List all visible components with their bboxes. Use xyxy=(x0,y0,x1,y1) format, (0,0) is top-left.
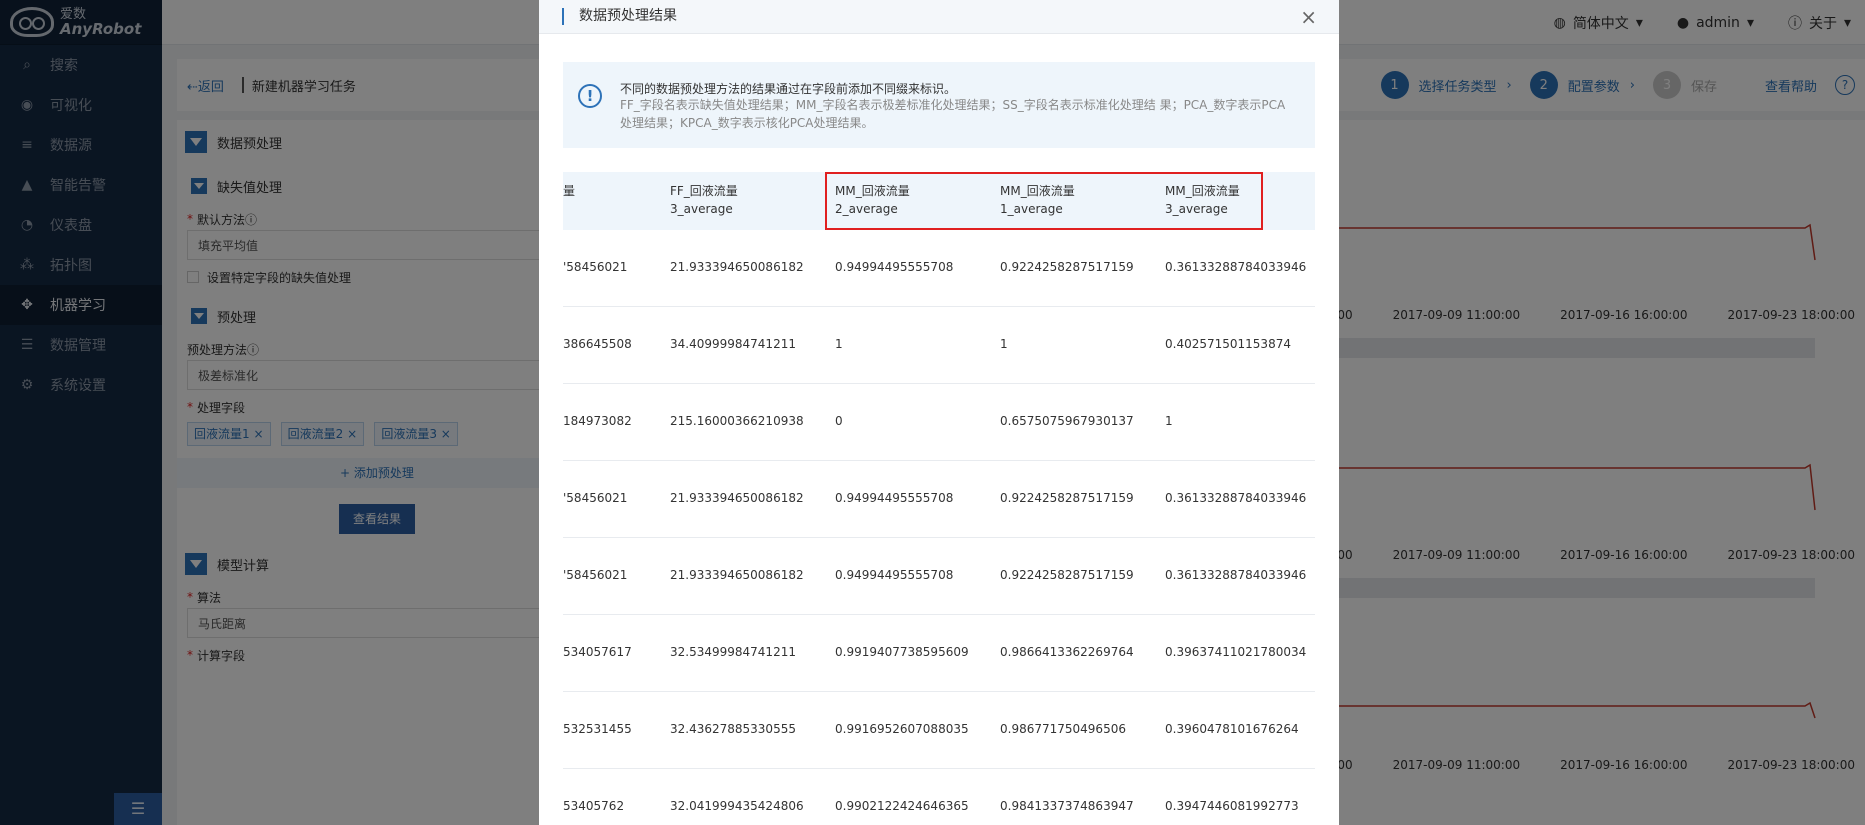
table-row: 534057617 32.53499984741211 0.9919407738… xyxy=(563,615,1315,692)
close-icon[interactable]: × xyxy=(1300,5,1317,29)
highlight-box xyxy=(825,172,1263,230)
info-title: 不同的数据预处理方法的结果通过在字段前添加不同缀来标识。 xyxy=(620,82,957,96)
modal-title: 数据预处理结果 xyxy=(562,8,677,25)
table-row: 184973082 215.16000366210938 0 0.6575075… xyxy=(563,384,1315,461)
column-header: 量 xyxy=(563,184,576,198)
info-box: ! 不同的数据预处理方法的结果通过在字段前添加不同缀来标识。 FF_字段名表示缺… xyxy=(563,62,1315,148)
info-icon: ! xyxy=(578,84,602,108)
modal-header: 数据预处理结果 × xyxy=(539,0,1339,34)
table-row: '58456021 21.933394650086182 0.949944955… xyxy=(563,538,1315,615)
table-row: 53405762 32.041999435424806 0.9902122424… xyxy=(563,799,1299,813)
table-row: '58456021 21.933394650086182 0.949944955… xyxy=(563,461,1315,538)
column-header: FF_回液流量 3_average xyxy=(670,184,738,216)
table-row: '58456021 21.933394650086182 0.949944955… xyxy=(563,230,1315,307)
info-description: FF_字段名表示缺失值处理结果；MM_字段名表示极差标准化处理结果；SS_字段名… xyxy=(620,98,1286,130)
result-table[interactable]: 量 FF_回液流量 3_average MM_回液流量 2_average MM_回… xyxy=(563,172,1315,825)
table-row: 532531455 32.43627885330555 0.9916952607… xyxy=(563,692,1315,769)
table-row: 386645508 34.40999984741211 1 1 0.402571… xyxy=(563,307,1315,384)
preprocess-result-modal: 数据预处理结果 × ! 不同的数据预处理方法的结果通过在字段前添加不同缀来标识。… xyxy=(539,0,1339,825)
